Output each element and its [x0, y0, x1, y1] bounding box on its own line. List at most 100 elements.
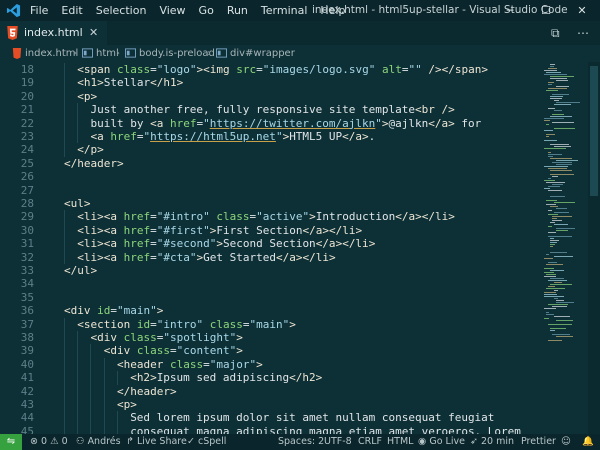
- code-line[interactable]: <li><a href="#second">Second Section</a>…: [77, 237, 375, 250]
- code-line[interactable]: </p>: [77, 143, 104, 156]
- breadcrumb-chevron-icon: ›: [116, 48, 120, 59]
- vertical-scrollbar[interactable]: [588, 62, 600, 434]
- warning-icon: ⚠: [50, 436, 59, 447]
- minimap-line: [552, 114, 564, 115]
- notifications-bell-icon[interactable]: 🔔: [582, 434, 594, 450]
- code-line[interactable]: <div class="content">: [104, 344, 243, 357]
- feedback-icon[interactable]: ☺: [561, 434, 571, 450]
- remote-indicator-icon[interactable]: ⇋: [0, 434, 22, 450]
- code-line[interactable]: </header>: [64, 157, 124, 170]
- tab-index-html[interactable]: index.html ✕: [0, 21, 107, 45]
- maximize-button[interactable]: ☐: [528, 0, 564, 21]
- minimize-button[interactable]: ─: [492, 0, 528, 21]
- indent-guide: [116, 411, 118, 434]
- problems-indicator[interactable]: ⊗ 0 ⚠ 0: [30, 434, 68, 450]
- menu-selection[interactable]: Selection: [96, 0, 147, 21]
- scrollbar-thumb[interactable]: [590, 66, 598, 196]
- code-line[interactable]: <li><a href="#cta">Get Started</a></li>: [77, 251, 335, 264]
- minimap-line: [554, 212, 569, 213]
- minimap-line: [550, 76, 574, 77]
- indent-guide: [90, 344, 92, 434]
- indentation-button[interactable]: Spaces: 2: [278, 434, 324, 450]
- broadcast-icon: ◉: [418, 436, 427, 447]
- code-line[interactable]: </header>: [117, 385, 177, 398]
- minimap[interactable]: [540, 62, 586, 434]
- line-number: 45: [20, 424, 34, 434]
- code-line[interactable]: Sed lorem ipsum dolor sit amet nullam co…: [130, 411, 494, 424]
- cspell-button[interactable]: ✓ cSpell: [187, 434, 226, 450]
- account-item[interactable]: ⚇ Andrés: [76, 434, 121, 450]
- code-line[interactable]: <h1>Stellar</h1>: [77, 76, 183, 89]
- live-share-button[interactable]: ↱ Live Share: [126, 434, 187, 450]
- code-line[interactable]: <ul>: [64, 197, 91, 210]
- more-actions-icon[interactable]: ⋯: [577, 21, 589, 45]
- menu-view[interactable]: View: [159, 0, 185, 21]
- minimap-line: [550, 238, 554, 239]
- breadcrumb-html[interactable]: html: [82, 45, 119, 62]
- split-editor-icon[interactable]: ⧉: [551, 21, 560, 45]
- minimap-line: [550, 196, 565, 197]
- breadcrumb-file[interactable]: index.html: [12, 45, 78, 62]
- error-count: 0: [41, 436, 48, 447]
- minimap-line: [550, 246, 553, 247]
- minimap-line: [552, 220, 562, 221]
- minimap-line: [544, 140, 557, 141]
- minimap-line: [548, 152, 551, 153]
- minimap-line: [554, 290, 558, 291]
- minimap-line: [544, 268, 554, 269]
- minimap-line: [546, 274, 556, 275]
- code-line[interactable]: <li><a href="#intro" class="active">Intr…: [77, 210, 455, 223]
- minimap-line: [556, 230, 568, 231]
- line-number: 43: [20, 398, 34, 411]
- menu-edit[interactable]: Edit: [61, 0, 82, 21]
- encoding-button[interactable]: UTF-8: [324, 434, 352, 450]
- minimap-line: [546, 264, 563, 265]
- prettier-button[interactable]: Prettier: [521, 434, 556, 450]
- breadcrumb-body[interactable]: body.is-preload: [125, 45, 215, 62]
- code-line[interactable]: <div class="spotlight">: [90, 331, 242, 344]
- code-line[interactable]: <p>: [117, 398, 137, 411]
- code-line[interactable]: </ul>: [64, 264, 97, 277]
- line-number: 40: [20, 357, 34, 371]
- line-number: 29: [20, 210, 34, 224]
- tab-close-icon[interactable]: ✕: [89, 21, 98, 45]
- go-live-button[interactable]: ◉ Go Live: [418, 434, 465, 450]
- menu-file[interactable]: File: [30, 0, 48, 21]
- code-line[interactable]: Just another free, fully responsive site…: [90, 103, 454, 116]
- minimap-line: [556, 164, 572, 165]
- code-editor[interactable]: 18 19 20 21 22 23 24 25 26 27 28 29 30 31 32 33 34 35 36 37…: [0, 62, 600, 434]
- rocket-icon: ➶: [470, 436, 478, 447]
- close-window-button[interactable]: ✕: [564, 0, 600, 21]
- minimap-line: [546, 204, 556, 205]
- minimap-line: [552, 94, 569, 95]
- code-line[interactable]: <div id="main">: [64, 304, 163, 317]
- minimap-line: [550, 330, 555, 331]
- code-line[interactable]: <h2>Ipsum sed adipiscing</h2>: [130, 371, 322, 384]
- code-line[interactable]: <span class="logo"><img src="images/logo…: [77, 63, 488, 76]
- menu-run[interactable]: Run: [227, 0, 248, 21]
- code-area[interactable]: <span class="logo"><img src="images/logo…: [64, 62, 534, 434]
- code-line[interactable]: <p>: [77, 90, 97, 103]
- line-number: 32: [20, 250, 34, 264]
- eol-button[interactable]: CRLF: [358, 434, 382, 450]
- language-mode-button[interactable]: HTML: [387, 434, 413, 450]
- minimap-line: [552, 216, 572, 217]
- menu-terminal[interactable]: Terminal: [261, 0, 308, 21]
- code-line[interactable]: <header class="major">: [117, 358, 263, 371]
- code-line[interactable]: built by <a href="https://twitter.com/aj…: [90, 117, 481, 130]
- minimap-line: [548, 232, 556, 233]
- minimap-line: [546, 182, 565, 183]
- menu-go[interactable]: Go: [199, 0, 214, 21]
- indent-guide: [64, 210, 65, 264]
- element-icon: [216, 48, 227, 58]
- code-line[interactable]: <li><a href="#first">First Section</a></…: [77, 224, 362, 237]
- line-number: 19: [20, 76, 34, 90]
- code-line[interactable]: <a href="https://html5up.net">HTML5 UP</…: [90, 130, 375, 143]
- code-line[interactable]: <section id="intro" class="main">: [77, 318, 296, 331]
- breadcrumb-div-wrapper[interactable]: div#wrapper: [216, 45, 295, 62]
- minimap-line: [548, 168, 567, 169]
- error-icon: ⊗: [30, 436, 38, 447]
- minimap-line: [556, 320, 573, 321]
- code-line[interactable]: consequat magna adipiscing magna etiam a…: [130, 425, 521, 434]
- time-tracker[interactable]: ➶ 20 min: [470, 434, 514, 450]
